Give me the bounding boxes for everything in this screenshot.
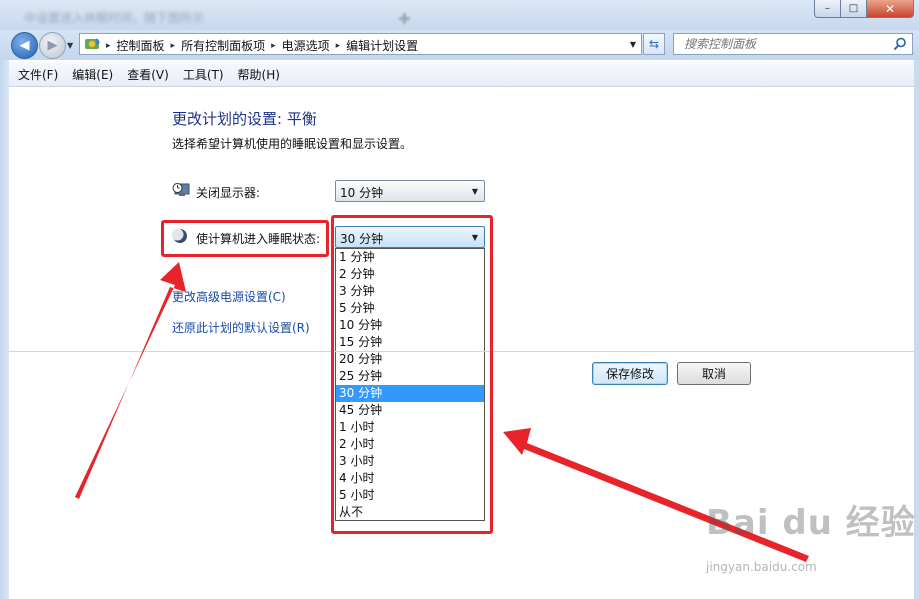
watermark-logo: Bai du 经验 <box>706 503 916 543</box>
annotation-arrow-left <box>75 262 186 499</box>
watermark-url: jingyan.baidu.com <box>706 560 817 574</box>
baidu-watermark: Bai du 经验 jingyan.baidu.com <box>706 495 916 574</box>
